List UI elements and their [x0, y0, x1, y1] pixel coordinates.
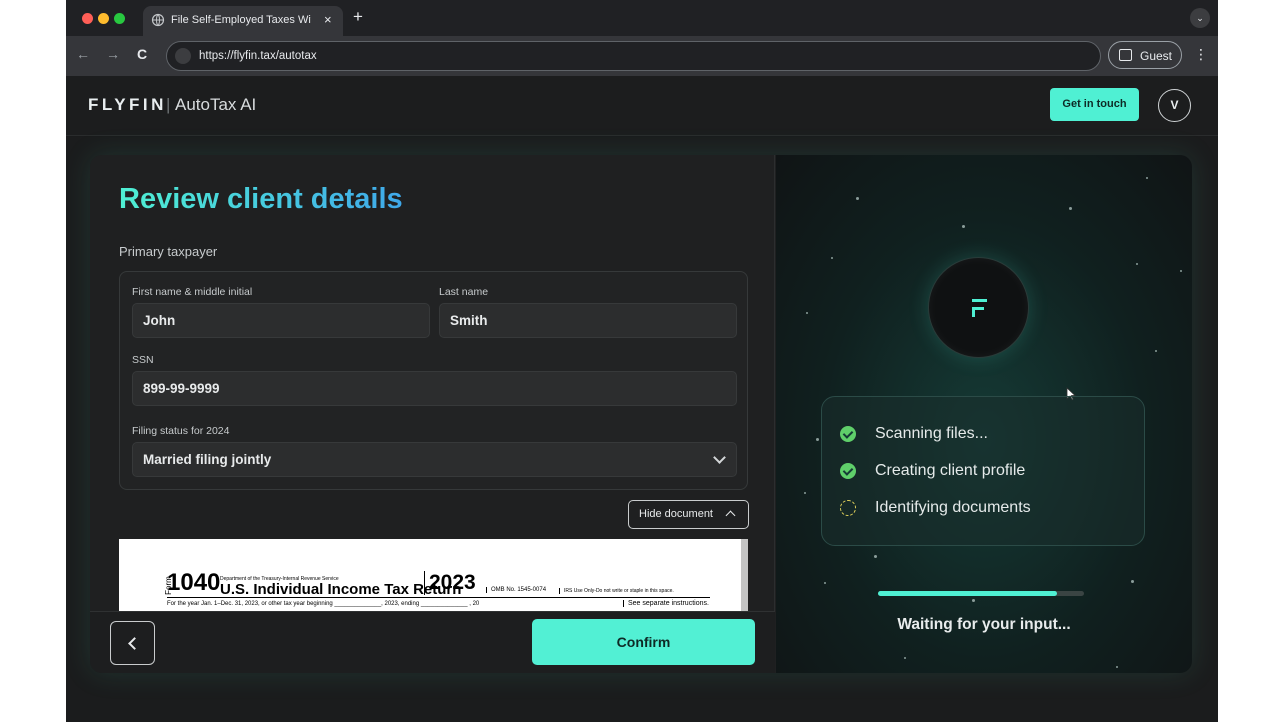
chevron-down-icon	[713, 451, 726, 464]
address-bar[interactable]: https://flyfin.tax/autotax	[166, 41, 1101, 71]
first-name-label: First name & middle initial	[132, 286, 253, 298]
taxpayer-fields: First name & middle initial John Last na…	[119, 271, 748, 490]
browser-menu-icon[interactable]: ⋮	[1194, 46, 1208, 63]
doc-instructions: See separate instructions.	[623, 600, 709, 607]
chevron-down-icon: ⌄	[1196, 13, 1204, 23]
progress-steps: Scanning files... Creating client profil…	[821, 396, 1145, 546]
reload-icon[interactable]: C	[137, 46, 147, 62]
hide-document-button[interactable]: Hide document	[628, 500, 749, 529]
star	[1069, 207, 1072, 210]
globe-icon	[151, 13, 165, 27]
doc-period: For the year Jan. 1–Dec. 31, 2023, or ot…	[167, 601, 480, 607]
minimize-window-button[interactable]	[98, 13, 109, 24]
step-label: Scanning files...	[875, 425, 988, 442]
flyfin-orb-logo	[928, 257, 1029, 358]
confirm-button[interactable]: Confirm	[532, 619, 755, 665]
doc-omb: OMB No. 1545-0074	[486, 587, 546, 593]
browser-window: File Self-Employed Taxes Wit × + ⌄ ← → C…	[66, 0, 1218, 722]
maximize-window-button[interactable]	[114, 13, 125, 24]
chevron-up-icon	[725, 510, 736, 521]
close-tab-icon[interactable]: ×	[324, 12, 332, 27]
star	[972, 599, 975, 602]
star	[1131, 580, 1134, 583]
star	[1136, 263, 1138, 265]
tab-strip: File Self-Employed Taxes Wit × + ⌄	[66, 0, 1218, 36]
star	[874, 555, 877, 558]
back-arrow-icon[interactable]: ←	[76, 46, 90, 62]
filing-status-select[interactable]: Married filing jointly	[132, 442, 737, 477]
first-name-field[interactable]: John	[132, 303, 430, 338]
form-footer: Confirm	[90, 611, 775, 673]
filing-status-value: Married filing jointly	[143, 452, 272, 467]
star	[804, 492, 806, 494]
get-in-touch-button[interactable]: Get in touch	[1050, 88, 1139, 121]
progress-fill	[878, 591, 1058, 596]
filing-status-label: Filing status for 2024	[132, 425, 230, 437]
screen-frame: File Self-Employed Taxes Wit × + ⌄ ← → C…	[0, 0, 1283, 722]
star	[831, 257, 833, 259]
check-icon	[840, 426, 856, 442]
document-scrollbar[interactable]	[741, 539, 748, 611]
ssn-label: SSN	[132, 354, 154, 366]
document-preview[interactable]: Form 1040 Department of the Treasury-Int…	[119, 539, 748, 611]
app-header: FLYFIN | AutoTax AI Get in touch V	[66, 76, 1218, 136]
tab-search-button[interactable]: ⌄	[1190, 8, 1210, 28]
loading-spinner-icon	[840, 500, 856, 516]
tab-title: File Self-Employed Taxes Wit	[171, 14, 311, 26]
chevron-left-icon	[128, 637, 141, 650]
check-icon	[840, 463, 856, 479]
doc-irs-use: IRS Use Only-Do not write or staple in t…	[559, 588, 674, 594]
star	[856, 197, 859, 200]
star	[962, 225, 965, 228]
logo-separator: |	[166, 95, 171, 114]
star	[816, 438, 819, 441]
browser-toolbar: ← → C https://flyfin.tax/autotax Guest ⋮	[66, 36, 1218, 76]
review-card: Review client details Primary taxpayer F…	[90, 155, 1192, 673]
product-name: AutoTax AI	[175, 95, 257, 114]
doc-form-number: 1040	[167, 569, 221, 596]
star	[1116, 666, 1118, 668]
star	[904, 657, 906, 659]
doc-year: 2023	[424, 571, 476, 595]
flyfin-logo[interactable]: FLYFIN	[88, 95, 167, 115]
flyfin-mark-icon	[972, 299, 987, 302]
profile-label: Guest	[1140, 49, 1173, 63]
ai-status-pane: Scanning files... Creating client profil…	[776, 155, 1192, 673]
profile-button[interactable]: Guest	[1108, 41, 1182, 69]
status-text: Waiting for your input...	[897, 616, 1071, 633]
site-info-icon[interactable]	[175, 48, 191, 64]
close-window-button[interactable]	[82, 13, 93, 24]
step-label: Creating client profile	[875, 462, 1026, 479]
step-label: Identifying documents	[875, 499, 1031, 516]
doc-rule	[167, 597, 710, 598]
main-stage: Review client details Primary taxpayer F…	[66, 137, 1218, 722]
last-name-label: Last name	[439, 286, 489, 298]
progress-bar	[878, 591, 1084, 596]
flyfin-mark-icon-stem	[972, 307, 975, 317]
profile-icon	[1119, 49, 1132, 61]
star	[806, 312, 808, 314]
hide-document-label: Hide document	[639, 508, 713, 520]
new-tab-button[interactable]: +	[353, 7, 363, 27]
star	[1146, 177, 1148, 179]
page-title: Review client details	[119, 183, 403, 215]
avatar[interactable]: V	[1158, 89, 1191, 122]
forward-arrow-icon[interactable]: →	[106, 46, 120, 62]
back-button[interactable]	[110, 621, 155, 665]
browser-tab[interactable]: File Self-Employed Taxes Wit ×	[143, 6, 343, 36]
star	[1155, 350, 1157, 352]
section-label: Primary taxpayer	[119, 244, 218, 259]
client-details-pane: Review client details Primary taxpayer F…	[90, 155, 775, 673]
last-name-field[interactable]: Smith	[439, 303, 737, 338]
star	[824, 582, 826, 584]
star	[1180, 270, 1182, 272]
url-text: https://flyfin.tax/autotax	[199, 50, 317, 62]
ssn-field[interactable]: 899-99-9999	[132, 371, 737, 406]
